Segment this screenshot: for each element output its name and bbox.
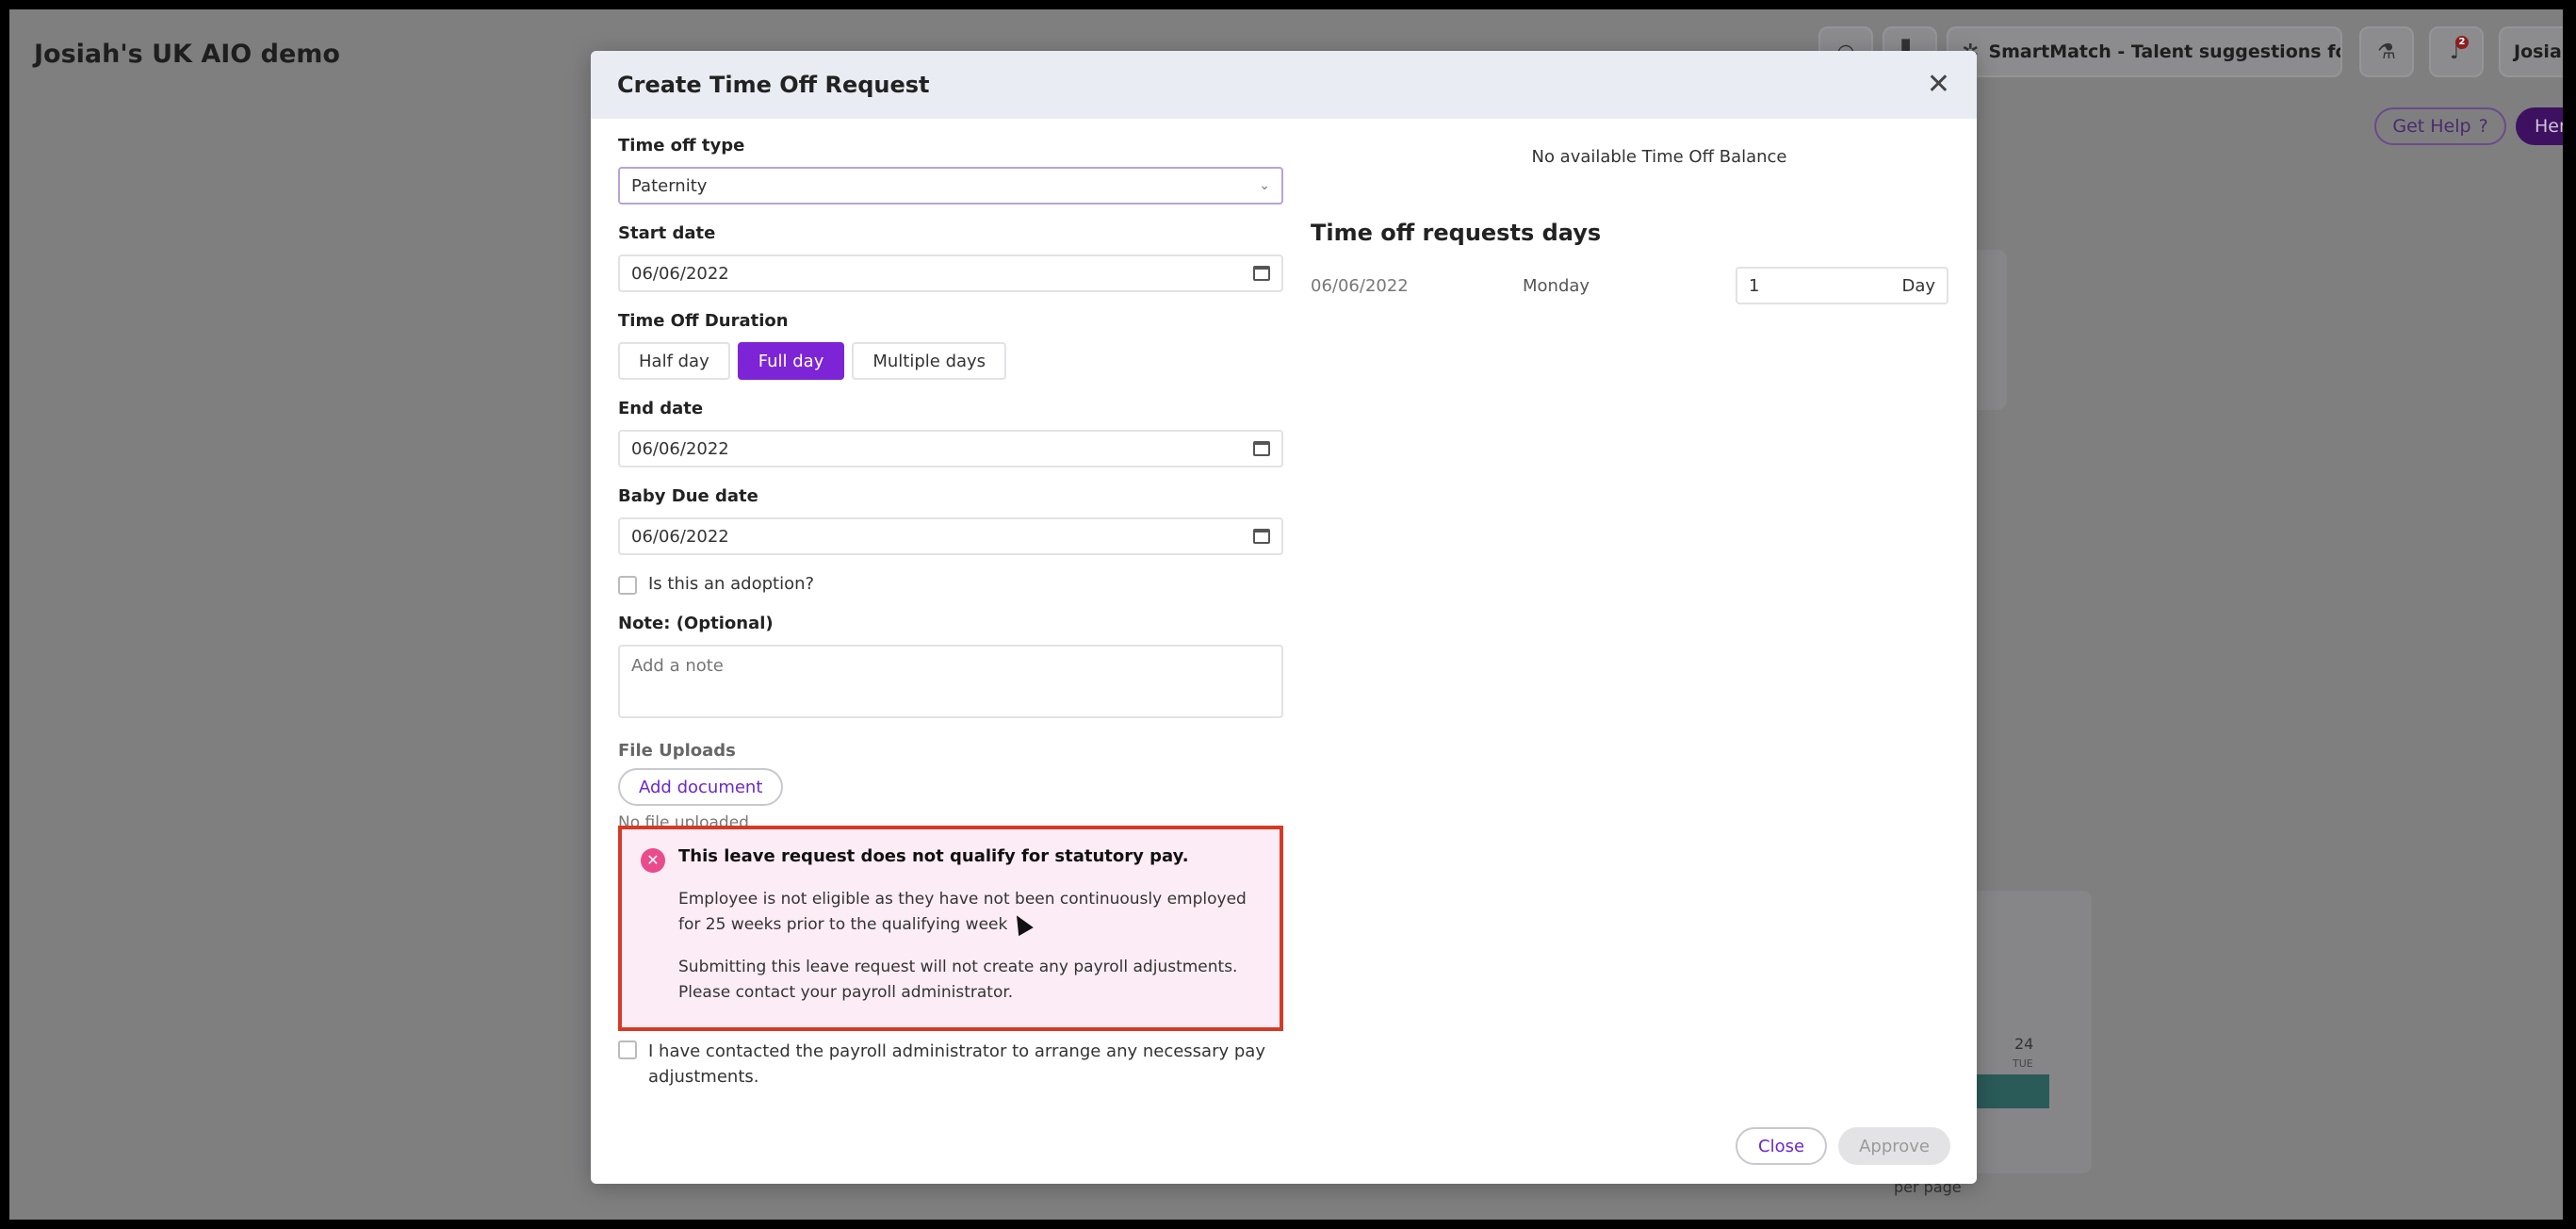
half-day-button[interactable]: Half day [618,342,730,380]
get-help-label: Get Help [2392,116,2471,137]
question-icon: ? [2478,116,2488,137]
start-date-group: Start date 06/06/2022 [618,223,1283,292]
modal-header: Create Time Off Request ✕ [591,51,1977,119]
baby-due-date-label: Baby Due date [618,486,758,506]
time-off-type-value: Paternity [631,175,708,196]
adoption-row: Is this an adoption? [618,574,1283,595]
acknowledge-checkbox[interactable] [618,1041,637,1059]
user-name: Josiah M [2514,41,2563,62]
flask-icon: ⚗ [2377,40,2396,64]
time-off-type-group: Time off type Paternity ⌄ [618,136,1283,205]
smartmatch-label: SmartMatch - Talent suggestions for you! [1988,41,2340,62]
smartmatch-button[interactable]: ✲ SmartMatch - Talent suggestions for yo… [1947,26,2342,77]
baby-due-date-value: 06/06/2022 [631,526,729,547]
duration-segmented-control: Half day Full day Multiple days [618,342,1283,380]
adoption-checkbox[interactable] [618,576,637,595]
uploads-group: File Uploads Add document No file upload… [618,741,1283,832]
requests-title: Time off requests days [1311,220,1602,246]
notifications-button[interactable]: ♪ 2 [2429,26,2484,77]
adoption-label: Is this an adoption? [648,574,815,594]
alert-eligibility-text: Employee is not eligible as they have no… [678,890,1247,934]
calendar-icon[interactable] [1253,441,1270,456]
uploads-label: File Uploads [618,741,736,761]
acknowledge-row: I have contacted the payroll administrat… [618,1039,1283,1090]
acknowledge-label: I have contacted the payroll administrat… [648,1041,1265,1087]
end-date-group: End date 06/06/2022 [618,399,1283,467]
calendar-event-bar [1974,1074,2049,1108]
time-off-type-label: Time off type [618,136,745,156]
start-date-label: Start date [618,223,716,243]
duration-label: Time Off Duration [618,311,789,331]
balance-text: No available Time Off Balance [1531,147,1787,167]
request-amount: 1 [1749,275,1760,296]
close-button[interactable]: Close [1736,1127,1828,1165]
end-date-input[interactable]: 06/06/2022 [618,430,1283,467]
multiple-days-button[interactable]: Multiple days [852,342,1007,380]
chevron-down-icon: ⌄ [1259,178,1270,193]
end-date-label: End date [618,399,704,418]
approve-button[interactable]: Approve [1838,1127,1950,1165]
note-group: Note: (Optional) [618,614,1283,722]
calendar-icon[interactable] [1253,266,1270,281]
baby-due-date-input[interactable]: 06/06/2022 [618,517,1283,555]
app-title: Josiah's UK AIO demo [34,40,340,69]
modal-title: Create Time Off Request [617,72,930,98]
calendar-day-number: 24 [2014,1035,2034,1053]
baby-due-date-group: Baby Due date 06/06/2022 [618,486,1283,555]
alert-title: This leave request does not qualify for … [678,846,1189,866]
full-day-button[interactable]: Full day [737,342,845,380]
time-off-modal: Create Time Off Request ✕ Time off type … [591,51,1977,1184]
start-date-input[interactable]: 06/06/2022 [618,254,1283,292]
note-textarea[interactable] [618,645,1283,718]
help-button-cut[interactable]: Her [2516,107,2563,145]
background-calendar [1960,891,2092,1173]
lab-button[interactable]: ⚗ [2359,26,2414,77]
note-label: Note: (Optional) [618,614,774,633]
user-menu[interactable]: Josiah M [2499,26,2563,77]
request-weekday: Monday [1523,275,1590,296]
duration-group: Time Off Duration Half day Full day Mult… [618,311,1283,380]
add-document-button[interactable]: Add document [618,768,784,806]
notification-badge: 2 [2455,36,2469,49]
request-unit: Day [1901,275,1935,296]
start-date-value: 06/06/2022 [631,263,729,284]
close-icon[interactable]: ✕ [1927,71,1950,99]
calendar-icon[interactable] [1253,529,1270,544]
end-date-value: 06/06/2022 [631,438,729,459]
time-off-type-select[interactable]: Paternity ⌄ [618,167,1283,205]
modal-footer: Close Approve [1736,1127,1950,1165]
calendar-day-label: TUE [2013,1057,2033,1070]
alert-payroll-text: Submitting this leave request will not c… [678,958,1238,1002]
form-column: Time off type Paternity ⌄ Start date 06/… [618,136,1283,832]
summary-column: No available Time Off Balance Time off r… [1311,136,1951,304]
request-date: 06/06/2022 [1311,275,1409,296]
error-icon: ✕ [641,848,665,873]
request-row: 06/06/2022 Monday 1 Day [1311,267,1951,304]
get-help-button[interactable]: Get Help ? [2374,107,2506,145]
statutory-pay-alert: ✕ This leave request does not qualify fo… [618,826,1283,1031]
request-amount-input[interactable]: 1 Day [1736,267,1948,304]
